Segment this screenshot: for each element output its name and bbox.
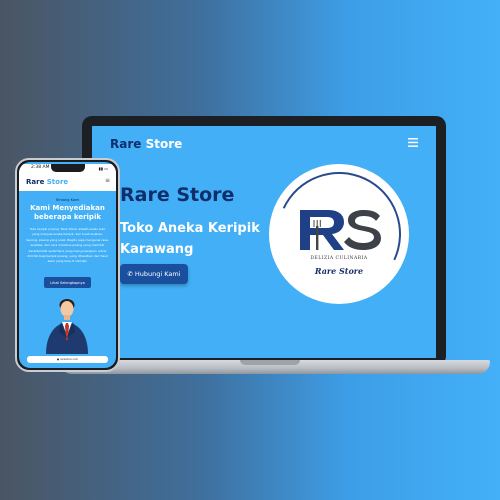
logo-store-name: Rare Store [314,266,364,276]
phone-notch [51,164,85,172]
phone-status-bar: 2:38 AM ▮▮ ▭ [19,164,116,173]
logo-tagline: DELIZIA CULINARIA [310,256,368,261]
phone-navbar: Rare Store ≡ [19,173,116,191]
signal-battery-icon: ▮▮ ▭ [98,166,108,171]
brand-text-main: Rare [110,137,146,151]
url-text: rarestore.com [59,358,79,361]
brand-text-accent: Store [145,137,183,151]
laptop-screen: Rare Store Rare Store Toko Aneka Keripik… [92,126,436,358]
contact-us-label: Hubungi Kami [134,270,181,278]
laptop-brand-logo[interactable]: Rare Store [110,137,182,151]
laptop-hinge-notch [240,360,300,365]
contact-us-button[interactable]: ✆ Hubungi Kami [120,264,188,284]
phone-screen: 2:38 AM ▮▮ ▭ Rare Store ≡ Tentang Kami K… [19,162,116,368]
brand-text-accent: Store [46,178,69,186]
hamburger-icon[interactable]: ≡ [105,177,110,184]
brand-text-main: Rare [26,178,47,186]
store-logo: DELIZIA CULINARIA Rare Store [259,154,419,314]
hamburger-icon[interactable] [408,136,418,150]
section-title: Kami Menyediakan beberapa keripik [30,204,105,221]
phone-brand-logo[interactable]: Rare Store [26,178,68,186]
hero-title: Rare Store [120,184,235,206]
section-kicker: Tentang Kami [55,198,80,202]
status-time: 2:38 AM [31,165,50,170]
browser-url-bar[interactable]: ● rarestore.com [27,356,108,363]
section-body: Toko keripik (nama) 'Rare Store' adalah … [26,227,109,264]
businessman-illustration [46,299,88,354]
rs-monogram-logo [300,210,381,250]
phone-icon: ✆ [127,270,133,278]
hero-subtitle: Toko Aneka Keripik Karawang [120,221,260,257]
read-more-button[interactable]: Lihat Selengkapnya [44,277,91,288]
laptop-navbar: Rare Store [92,126,436,162]
